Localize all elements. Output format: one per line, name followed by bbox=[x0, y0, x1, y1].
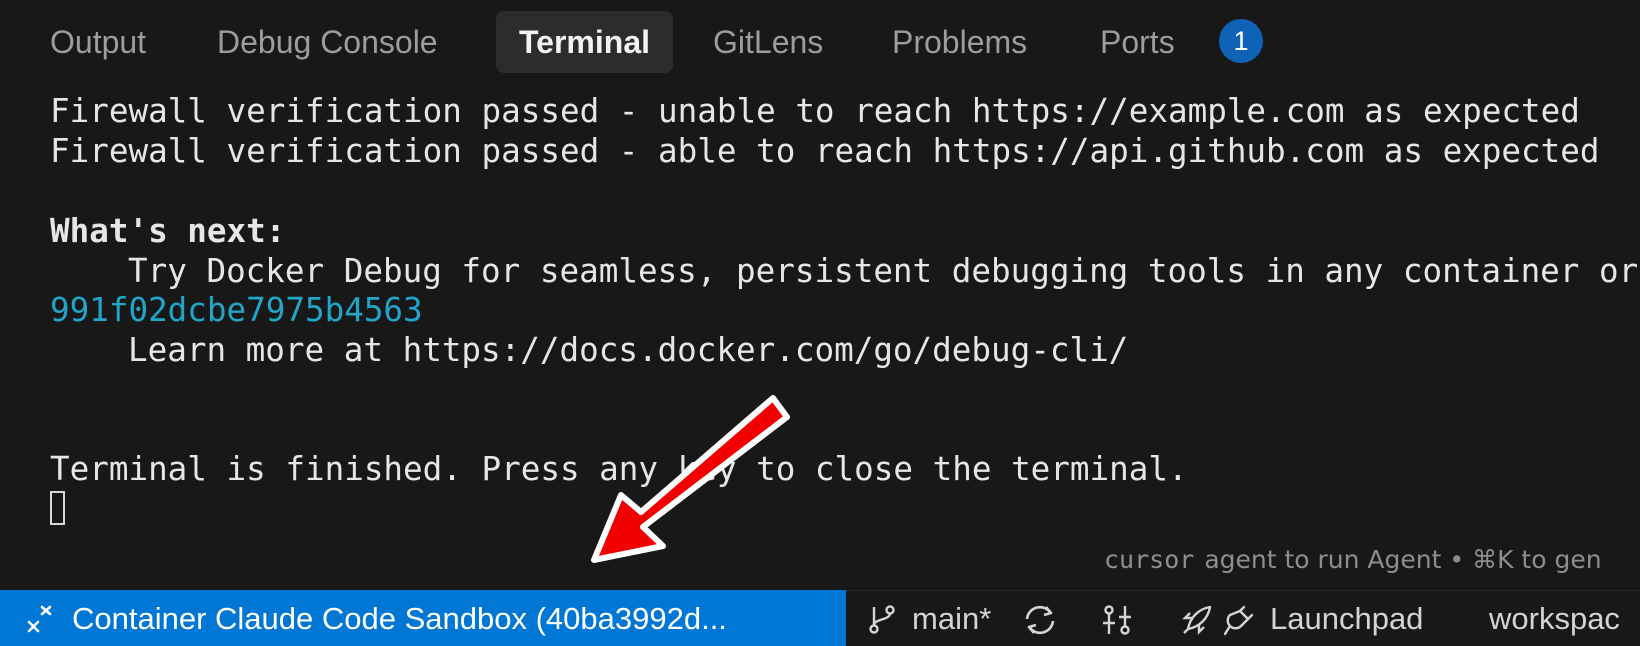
workspace-status[interactable]: workspac bbox=[1489, 591, 1620, 646]
status-bar: Container Claude Code Sandbox (40ba3992d… bbox=[0, 590, 1640, 646]
git-branch-icon bbox=[869, 605, 895, 634]
terminal-panel: Output Debug Console Terminal GitLens Pr… bbox=[0, 0, 1640, 646]
plug-icon bbox=[1223, 605, 1254, 636]
rocket-icon bbox=[1182, 605, 1212, 635]
remote-connection-icon bbox=[27, 605, 52, 633]
branch-status[interactable]: main* bbox=[912, 591, 991, 646]
red-arrow-annotation bbox=[591, 395, 790, 563]
sync-icon[interactable] bbox=[1022, 603, 1058, 637]
remote-indicator-button[interactable]: Container Claude Code Sandbox (40ba3992d… bbox=[0, 590, 846, 646]
launchpad-status[interactable]: Launchpad bbox=[1270, 591, 1423, 646]
git-compare-icon[interactable] bbox=[1100, 603, 1134, 637]
remote-indicator-label: Container Claude Code Sandbox (40ba3992d… bbox=[72, 601, 727, 636]
